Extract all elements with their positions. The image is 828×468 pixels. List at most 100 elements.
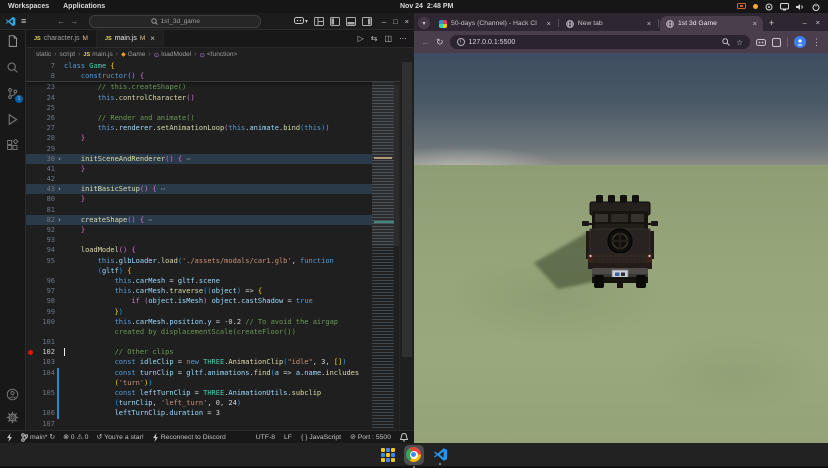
code-line-93[interactable]: 93 (26, 235, 400, 245)
customize-layout-icon[interactable] (314, 17, 324, 26)
browser-tab-close-icon[interactable]: × (647, 19, 651, 28)
url-text[interactable]: 127.0.0.1:5500 (469, 39, 516, 46)
fold-gutter[interactable] (55, 368, 64, 378)
code-line-wrap[interactable]: (turnClip, 'left_turn', 0, 24) (26, 398, 400, 408)
fold-gutter[interactable] (55, 225, 64, 235)
notifications-bell-icon[interactable] (400, 433, 408, 442)
code-line-101[interactable]: 101 (26, 337, 400, 347)
app-grid-icon[interactable] (381, 448, 395, 462)
code-line-92[interactable]: 92 } (26, 225, 400, 235)
breakpoint-gutter[interactable] (26, 368, 35, 378)
run-debug-icon[interactable] (6, 113, 19, 126)
fold-gutter[interactable]: › (55, 154, 64, 164)
extensions-icon[interactable] (6, 139, 19, 152)
code-line-27[interactable]: 27 this.renderer.setAnimationLoop(this.a… (26, 123, 400, 133)
reload-icon[interactable]: ↻ (436, 37, 444, 48)
chrome-close-button[interactable]: × (816, 18, 820, 27)
browser-tab-close-icon[interactable]: × (753, 19, 757, 28)
fold-gutter[interactable] (55, 337, 64, 347)
code-line-wrap[interactable]: (gltf) { (26, 266, 400, 276)
code-line-95[interactable]: 95 this.glbLoader.load('./assets/modals/… (26, 256, 400, 266)
code-line-100[interactable]: 100 this.carMesh.position.y = -0.2 // To… (26, 317, 400, 327)
breakpoint-gutter[interactable] (26, 357, 35, 367)
toggle-secondary-sidebar-icon[interactable] (362, 17, 372, 26)
fold-gutter[interactable] (55, 245, 64, 255)
breakpoint-gutter[interactable] (26, 71, 35, 81)
dock-chrome-icon[interactable] (404, 445, 424, 465)
breakpoint-gutter[interactable] (26, 347, 35, 357)
dock-vscode-icon[interactable] (433, 447, 448, 462)
address-bar[interactable]: i 127.0.0.1:5500 ☆ (450, 35, 750, 49)
source-control-icon[interactable]: 1 (6, 87, 19, 100)
close-button[interactable]: × (405, 17, 409, 26)
display-icon[interactable] (780, 3, 789, 11)
breakpoint-gutter[interactable] (26, 256, 35, 266)
breakpoint-gutter[interactable] (26, 276, 35, 286)
breakpoint-gutter[interactable] (26, 61, 35, 71)
sync-icon[interactable]: ↻ (49, 433, 55, 441)
status-problems[interactable]: ⊗0 ⚠0 (63, 433, 88, 441)
fold-gutter[interactable] (55, 164, 64, 174)
new-tab-button[interactable]: + (769, 18, 774, 28)
history-forward-button[interactable]: → (70, 17, 78, 26)
breakpoint-gutter[interactable] (26, 205, 35, 215)
code-line-24[interactable]: 24 this.controlCharacter() (26, 93, 400, 103)
code-line-82[interactable]: 82› createShape() { ⋯ (26, 215, 400, 225)
fold-gutter[interactable] (55, 378, 64, 388)
breakpoint-gutter[interactable] (26, 327, 35, 337)
fold-gutter[interactable] (55, 256, 64, 266)
breakpoint-gutter[interactable] (26, 103, 35, 113)
breakpoint-icon[interactable] (28, 350, 33, 355)
remote-indicator-icon[interactable] (6, 433, 13, 442)
breadcrumb-item[interactable]: JSmain.js (83, 51, 112, 58)
code-line-81[interactable]: 81 (26, 205, 400, 215)
code-line-7[interactable]: 7class Game { (26, 61, 400, 71)
lens-search-icon[interactable] (722, 38, 730, 46)
back-icon[interactable]: ← (421, 37, 430, 47)
breakpoint-gutter[interactable] (26, 133, 35, 143)
breakpoint-gutter[interactable] (26, 93, 35, 103)
breakpoint-gutter[interactable] (26, 296, 35, 306)
editor-more-actions-icon[interactable]: ⋯ (399, 34, 407, 43)
breakpoint-gutter[interactable] (26, 184, 35, 194)
settings-gear-icon[interactable] (6, 411, 19, 424)
browser-tab-close-icon[interactable]: × (546, 19, 550, 28)
code-line-23[interactable]: 23 // this.createShape() (26, 82, 400, 92)
workspaces-menu[interactable]: Workspaces (8, 3, 49, 10)
fold-gutter[interactable] (55, 93, 64, 103)
status--javascript[interactable]: { } JavaScript (301, 434, 341, 441)
fold-gutter[interactable] (55, 82, 64, 92)
code-line-30[interactable]: 30› initSceneAndRenderer() { ⋯ (26, 154, 400, 164)
fold-gutter[interactable] (55, 408, 64, 418)
code-line-106[interactable]: 106 leftTurnClip.duration = 3 (26, 408, 400, 418)
browser-tab-1[interactable]: 50-days (Channel) - Hack Cl× (433, 16, 557, 31)
tab-search-icon[interactable]: ▾ (418, 17, 430, 29)
breakpoint-gutter[interactable] (26, 194, 35, 204)
code-line-wrap[interactable]: created by displacementScale(createFloor… (26, 327, 400, 337)
fold-gutter[interactable] (55, 419, 64, 429)
code-editor[interactable]: 7class Game {8 constructor() { 23 // thi… (26, 61, 400, 430)
status-port-5500[interactable]: ⊘Port : 5500 (350, 433, 391, 441)
breadcrumb-item[interactable]: static (36, 51, 51, 58)
fold-gutter[interactable] (55, 347, 64, 357)
breakpoint-gutter[interactable] (26, 82, 35, 92)
breakpoint-gutter[interactable] (26, 388, 35, 398)
code-line-98[interactable]: 98 if (object.isMesh) object.castShadow … (26, 296, 400, 306)
profile-avatar[interactable] (794, 36, 806, 48)
breakpoint-gutter[interactable] (26, 144, 35, 154)
breakpoint-gutter[interactable] (26, 215, 35, 225)
status-lf[interactable]: LF (284, 434, 292, 441)
code-line-25[interactable]: 25 (26, 103, 400, 113)
fold-gutter[interactable] (55, 113, 64, 123)
code-line-42[interactable]: 42 (26, 174, 400, 184)
breakpoint-gutter[interactable] (26, 225, 35, 235)
code-line-107[interactable]: 107 (26, 419, 400, 429)
code-line-103[interactable]: 103 const idleClip = new THREE.Animation… (26, 357, 400, 367)
fold-gutter[interactable]: › (55, 184, 64, 194)
code-line-99[interactable]: 99 }) (26, 307, 400, 317)
fold-gutter[interactable] (55, 133, 64, 143)
split-editor-icon[interactable]: ◫ (384, 34, 392, 43)
browser-tab-3[interactable]: 1st 3d Game× (660, 16, 763, 31)
breadcrumb-item[interactable]: script (60, 51, 76, 58)
fold-gutter[interactable] (55, 276, 64, 286)
